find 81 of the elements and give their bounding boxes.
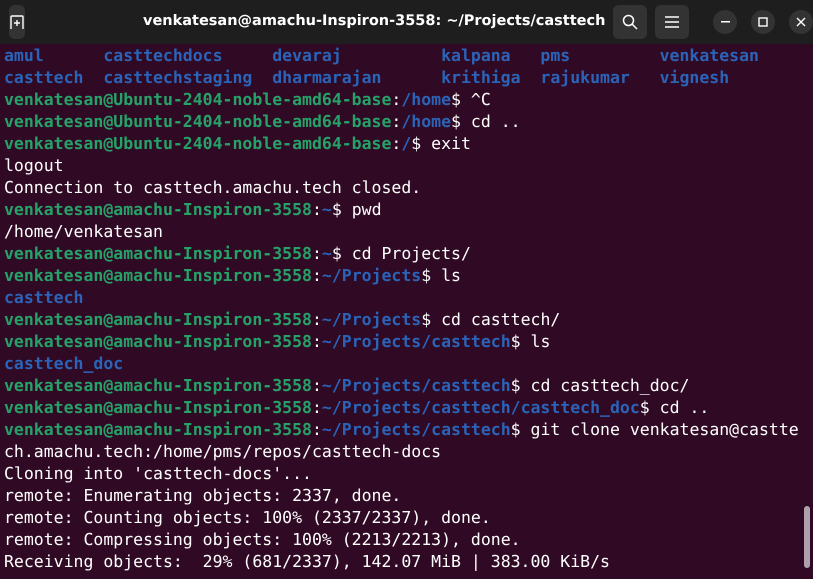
- prompt-user: venkatesan@amachu-Inspiron-3558: [4, 243, 312, 265]
- prompt-path: ~: [322, 243, 332, 265]
- command-text: $ pwd: [332, 199, 382, 221]
- prompt-path: ~/Projects: [322, 265, 422, 287]
- maximize-icon: [758, 17, 768, 27]
- prompt-user: venkatesan@amachu-Inspiron-3558: [4, 265, 312, 287]
- directory-name: vignesh: [660, 68, 730, 87]
- command-text: $ ^C: [451, 89, 491, 111]
- prompt-user: venkatesan@amachu-Inspiron-3558: [4, 331, 312, 353]
- menu-icon: [665, 16, 680, 28]
- command-text: $ cd casttech_doc/: [510, 375, 690, 397]
- prompt-separator: :: [312, 419, 322, 441]
- prompt-separator: :: [312, 265, 322, 287]
- prompt-path: ~: [322, 199, 332, 221]
- directory-name: krithiga: [441, 68, 521, 87]
- prompt-separator: :: [312, 199, 322, 221]
- output-line: remote: Enumerating objects: 2337, done.: [4, 485, 402, 507]
- prompt-user: venkatesan@Ubuntu-2404-noble-amd64-base: [4, 89, 392, 111]
- prompt-separator: :: [312, 243, 322, 265]
- prompt-path: ~/Projects: [322, 309, 422, 331]
- prompt-path: ~/Projects/casttech: [322, 331, 511, 353]
- prompt-separator: :: [312, 375, 322, 397]
- prompt-user: venkatesan@Ubuntu-2404-noble-amd64-base: [4, 111, 392, 133]
- search-button[interactable]: [613, 5, 648, 39]
- directory-name: casttechdocs: [103, 46, 223, 65]
- minimize-button[interactable]: [713, 10, 738, 34]
- directory-name: pms: [540, 46, 570, 65]
- output-line: Connection to casttech.amachu.tech closed.: [4, 177, 422, 199]
- directory-name: rajukumar: [540, 68, 630, 87]
- prompt-user: venkatesan@amachu-Inspiron-3558: [4, 419, 312, 441]
- directory-name: casttech: [4, 288, 84, 307]
- command-text: $ cd ..: [451, 111, 521, 133]
- directory-name: venkatesan: [660, 46, 759, 65]
- prompt-user: venkatesan@amachu-Inspiron-3558: [4, 309, 312, 331]
- output-line: remote: Compressing objects: 100% (2213/2213), done.: [4, 529, 521, 551]
- command-text: $ ls: [510, 331, 550, 353]
- prompt-separator: :: [391, 111, 402, 133]
- directory-name: devaraj: [272, 46, 342, 65]
- new-tab-icon: [9, 14, 25, 30]
- prompt-path: ~/Projects/casttech/casttech_doc: [322, 397, 640, 419]
- output-line: logout: [4, 155, 64, 177]
- directory-name: kalpana: [441, 46, 511, 65]
- scrollbar[interactable]: [804, 506, 810, 568]
- prompt-separator: :: [312, 309, 322, 331]
- maximize-button[interactable]: [751, 10, 776, 34]
- output-line: ch.amachu.tech:/home/pms/repos/casttech-docs: [4, 441, 442, 463]
- prompt-separator: :: [312, 331, 322, 353]
- directory-name: casttech_doc: [4, 354, 124, 373]
- menu-button[interactable]: [655, 5, 690, 39]
- command-text: $ cd casttech/: [421, 309, 560, 331]
- command-text: $ cd Projects/: [332, 243, 471, 265]
- directory-name: amul: [4, 46, 44, 65]
- prompt-user: venkatesan@amachu-Inspiron-3558: [4, 375, 312, 397]
- prompt-path: /home: [401, 111, 452, 133]
- prompt-separator: :: [391, 133, 402, 155]
- new-tab-button[interactable]: [9, 5, 25, 39]
- close-icon: [796, 17, 806, 27]
- prompt-separator: :: [312, 397, 322, 419]
- prompt-separator: :: [391, 89, 402, 111]
- command-text: $ cd ..: [640, 397, 710, 419]
- output-line: remote: Counting objects: 100% (2337/2337), done.: [4, 507, 491, 529]
- directory-name: casttech: [4, 68, 84, 87]
- minimize-icon: [720, 21, 730, 23]
- output-line: /home/venkatesan: [4, 221, 163, 243]
- prompt-user: venkatesan@amachu-Inspiron-3558: [4, 397, 312, 419]
- command-text: $ git clone venkatesan@castte: [510, 419, 799, 441]
- prompt-user: venkatesan@Ubuntu-2404-noble-amd64-base: [4, 133, 392, 155]
- close-button[interactable]: [789, 10, 813, 34]
- command-text: $ exit: [411, 133, 471, 155]
- window-title: venkatesan@amachu-Inspiron-3558: ~/Projects/casttech: [143, 12, 606, 32]
- prompt-user: venkatesan@amachu-Inspiron-3558: [4, 199, 312, 221]
- output-line: Receiving objects: 29% (681/2337), 142.07 MiB | 383.00 KiB/s: [4, 551, 610, 573]
- search-icon: [622, 14, 638, 30]
- prompt-path: /: [401, 133, 412, 155]
- prompt-path: ~/Projects/casttech: [322, 419, 511, 441]
- directory-name: casttechstaging: [103, 68, 252, 87]
- command-text: $ ls: [421, 265, 461, 287]
- directory-name: dharmarajan: [272, 68, 382, 87]
- output-line: Cloning into 'casttech-docs'...: [4, 463, 312, 485]
- prompt-path: ~/Projects/casttech: [322, 375, 511, 397]
- prompt-path: /home: [401, 89, 452, 111]
